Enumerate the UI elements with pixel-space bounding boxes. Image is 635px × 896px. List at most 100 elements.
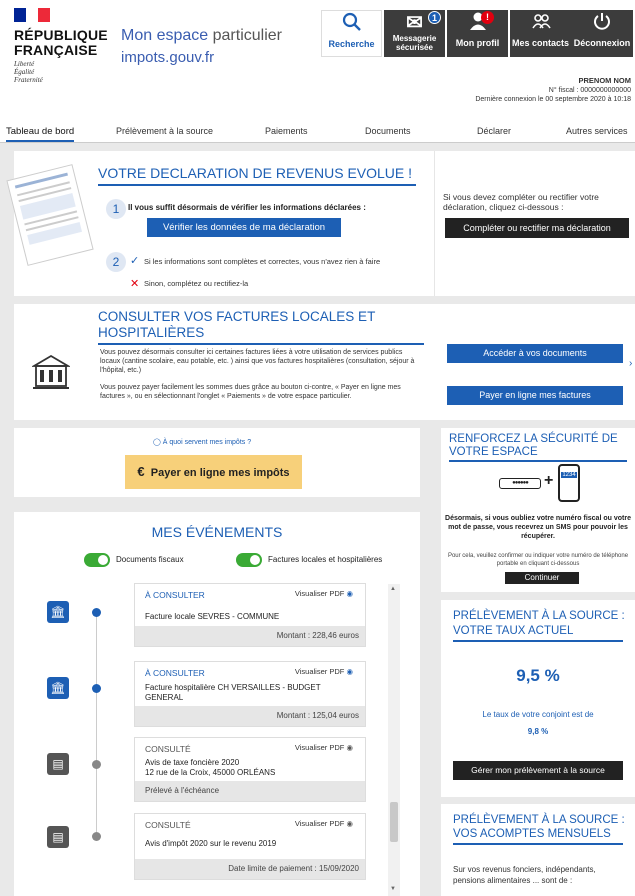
- logout-button[interactable]: Déconnexion: [571, 10, 633, 57]
- profile-alert-badge: !: [481, 11, 494, 24]
- tab-prelevement[interactable]: Prélèvement à la source: [116, 126, 213, 136]
- event-description: Facture hospitalière CH VERSAILLES - BUD…: [145, 683, 321, 702]
- tax-form-image: [6, 164, 94, 266]
- search-button[interactable]: Recherche: [321, 10, 382, 57]
- profile-button[interactable]: Mon profil !: [447, 10, 508, 57]
- acomptes-title-underline: [453, 843, 623, 845]
- view-pdf-label: Visualiser PDF: [294, 819, 345, 828]
- tab-paiements[interactable]: Paiements: [265, 126, 308, 136]
- verify-declaration-button[interactable]: Vérifier les données de ma déclaration: [147, 218, 341, 237]
- acomptes-title-1: PRÉLÈVEMENT À LA SOURCE :: [453, 814, 625, 826]
- declaration-title-underline: [98, 184, 416, 186]
- factures-title-2: HOSPITALIÈRES: [98, 325, 205, 340]
- euro-icon: €: [137, 464, 145, 479]
- view-pdf-label: Visualiser PDF: [294, 743, 345, 752]
- event-document-icon: ▤: [47, 753, 69, 775]
- sms-code: 1234: [561, 472, 577, 478]
- event-status: CONSULTÉ: [145, 744, 191, 754]
- chevron-right-icon[interactable]: ›: [629, 358, 632, 369]
- user-icon: [447, 10, 508, 38]
- event-description: Avis de taxe foncière 2020 12 rue de la …: [145, 758, 276, 777]
- motto-fraternite: Fraternité: [14, 76, 43, 84]
- declaration-card: VOTRE DECLARATION DE REVENUS EVOLUE ! 1 …: [6, 151, 635, 296]
- complete-declaration-button[interactable]: Compléter ou rectifier ma déclaration: [445, 218, 629, 238]
- taux-title-underline: [453, 640, 623, 642]
- impots-info-link[interactable]: ◯ À quoi servent mes impôts ?: [153, 438, 251, 446]
- taux-rate: 9,5 %: [516, 666, 560, 685]
- scroll-thumb[interactable]: [390, 802, 398, 842]
- event-card-1[interactable]: À CONSULTER Visualiser PDF ◉ Facture loc…: [134, 583, 366, 647]
- view-pdf-link[interactable]: Visualiser PDF ◉: [295, 667, 353, 676]
- tab-documents[interactable]: Documents: [365, 126, 411, 136]
- french-flag-logo: [14, 8, 50, 22]
- view-pdf-link[interactable]: Visualiser PDF ◉: [295, 819, 353, 828]
- pay-impots-button[interactable]: € Payer en ligne mes impôts: [125, 455, 302, 489]
- search-icon: [322, 11, 381, 39]
- continue-button[interactable]: Continuer: [505, 572, 579, 584]
- view-pdf-link[interactable]: Visualiser PDF ◉: [295, 589, 353, 598]
- taux-title-2: VOTRE TAUX ACTUEL: [453, 625, 574, 637]
- access-documents-button[interactable]: Accéder à vos documents: [447, 344, 623, 363]
- main-nav: Tableau de bord Prélèvement à la source …: [0, 123, 635, 143]
- event-footer: Prélevé à l'échéance: [135, 781, 365, 801]
- event-document-icon: ▤: [47, 826, 69, 848]
- security-subtext: Pour cela, veuillez confirmer ou indique…: [447, 553, 629, 567]
- eye-icon: ◉: [346, 819, 353, 828]
- espace-title-a: Mon espace: [121, 27, 209, 44]
- complete-text: Si les informations sont complètes et co…: [144, 257, 381, 266]
- view-pdf-link[interactable]: Visualiser PDF ◉: [295, 743, 353, 752]
- acomptes-text: Sur vos revenus fonciers, indépendants, …: [453, 865, 596, 885]
- tab-declarer[interactable]: Déclarer: [477, 126, 511, 136]
- tab-autres-services[interactable]: Autres services: [566, 126, 628, 136]
- view-pdf-label: Visualiser PDF: [294, 667, 345, 676]
- event-building-icon: 🏛: [47, 601, 69, 623]
- step-1-text: Il vous suffit désormais de vérifier les…: [128, 203, 366, 212]
- tab-tableau-de-bord[interactable]: Tableau de bord: [6, 126, 75, 142]
- step-1-number: 1: [106, 199, 126, 219]
- event-card-2[interactable]: À CONSULTER Visualiser PDF ◉ Facture hos…: [134, 661, 366, 727]
- impots-card: ◯ À quoi servent mes impôts ? € Payer en…: [14, 428, 420, 497]
- acomptes-card: PRÉLÈVEMENT À LA SOURCE : VOS ACOMPTES M…: [441, 804, 635, 896]
- motto-liberte: Liberté: [14, 60, 35, 68]
- events-scrollbar[interactable]: ▲ ▼: [388, 584, 400, 896]
- check-icon: ✓: [130, 255, 140, 267]
- event-card-4[interactable]: CONSULTÉ Visualiser PDF ◉ Avis d'impôt 2…: [134, 813, 366, 880]
- conjoint-label: Le taux de votre conjoint est de: [482, 710, 594, 719]
- contacts-icon: [510, 10, 571, 38]
- factures-title-underline: [98, 343, 424, 345]
- timeline-line: [96, 612, 97, 832]
- contacts-button[interactable]: Mes contacts: [510, 10, 571, 57]
- power-icon: [571, 10, 633, 38]
- site-name: impots.gouv.fr: [121, 49, 215, 66]
- last-login: Dernière connexion le 00 septembre 2020 …: [475, 96, 631, 103]
- espace-title-b: particulier: [212, 27, 282, 44]
- fiscal-number: N° fiscal : 0000000000000: [548, 87, 631, 94]
- building-icon: [30, 354, 72, 395]
- factures-title-1: CONSULTER VOS FACTURES LOCALES ET: [98, 309, 376, 324]
- messagerie-button[interactable]: ✉ Messagerie sécurisée 1: [384, 10, 445, 57]
- scroll-down-icon[interactable]: ▼: [390, 886, 396, 892]
- event-building-icon: 🏛: [47, 677, 69, 699]
- timeline-dot: [92, 684, 101, 693]
- cross-icon: ✕: [130, 278, 140, 290]
- security-card: RENFORCEZ LA SÉCURITÉ DE VOTRE ESPACE ●●…: [441, 428, 635, 592]
- user-name: PRENOM NOM: [578, 76, 632, 85]
- manage-pas-button[interactable]: Gérer mon prélèvement à la source: [453, 761, 623, 780]
- security-text: Désormais, si vous oubliez votre numéro …: [445, 515, 631, 540]
- toggle-factures[interactable]: [236, 553, 262, 567]
- espace-title: Mon espace particulier: [121, 27, 282, 45]
- toggle-documents-fiscaux-label: Documents fiscaux: [116, 555, 184, 564]
- motto-egalite: Égalité: [14, 68, 35, 76]
- pay-factures-button[interactable]: Payer en ligne mes factures: [447, 386, 623, 405]
- toggle-documents-fiscaux[interactable]: [84, 553, 110, 567]
- scroll-up-icon[interactable]: ▲: [390, 586, 396, 592]
- motto: Liberté Égalité Fraternité: [14, 60, 43, 84]
- eye-icon: ◉: [346, 589, 353, 598]
- acomptes-title-2: VOS ACOMPTES MENSUELS: [453, 828, 611, 840]
- timeline-dot: [92, 608, 101, 617]
- incomplete-text: Sinon, complétez ou rectifiez-la: [144, 279, 249, 288]
- event-card-3[interactable]: CONSULTÉ Visualiser PDF ◉ Avis de taxe f…: [134, 737, 366, 802]
- event-footer: Montant : 228,46 euros: [135, 626, 365, 646]
- declaration-title: VOTRE DECLARATION DE REVENUS EVOLUE !: [98, 165, 413, 181]
- event-footer: Montant : 125,04 euros: [135, 706, 365, 726]
